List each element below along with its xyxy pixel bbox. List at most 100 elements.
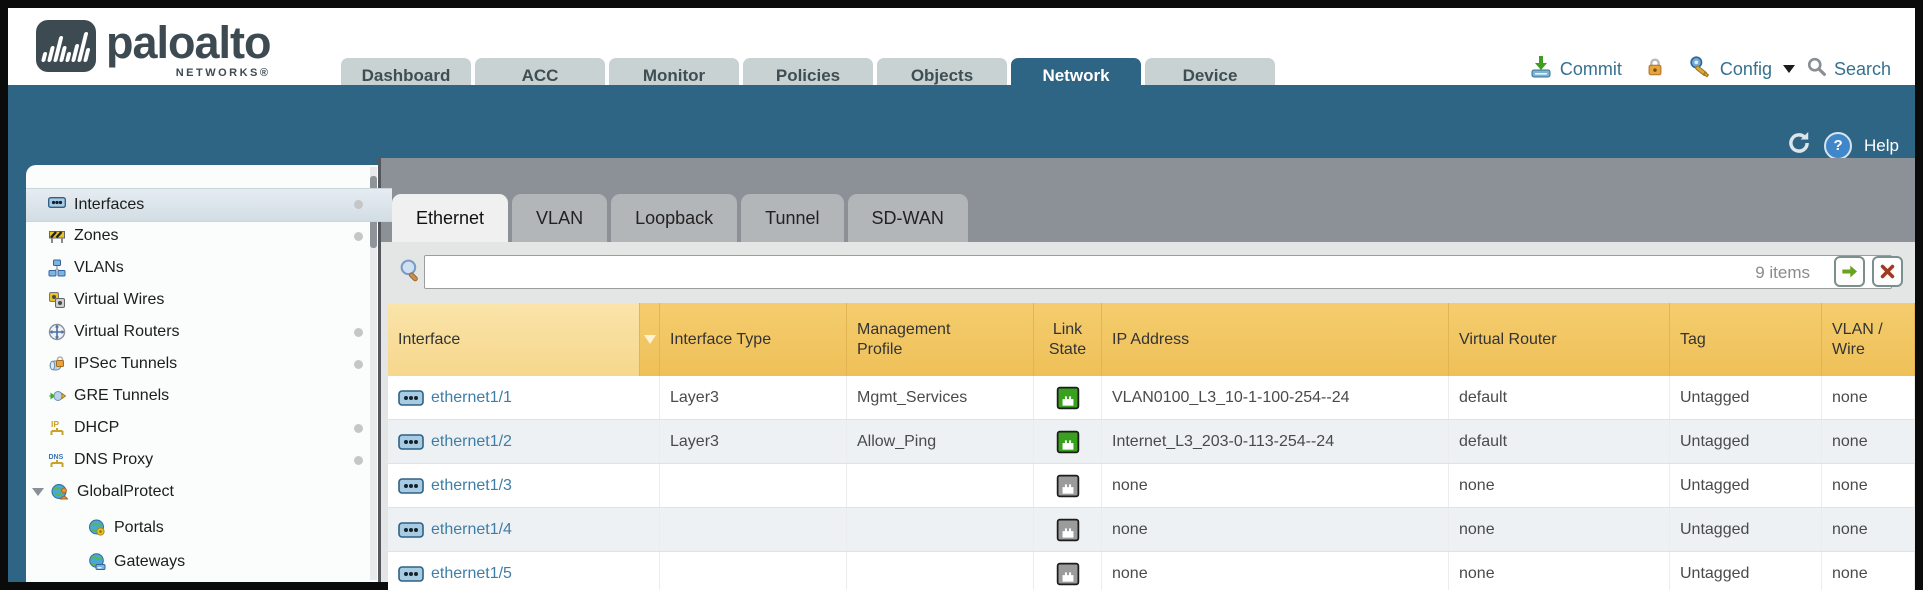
sidebar-item-label: Interfaces [74,196,144,214]
zones-icon [48,227,66,245]
link-state-icon [1034,420,1102,463]
gateways-icon [88,553,106,571]
vlan-cell: none [1822,420,1915,463]
table-header-row: Interface Interface Type Management Prof… [388,303,1915,376]
brand-name: paloalto [106,20,271,65]
column-tag[interactable]: Tag [1670,303,1822,376]
tag-cell: Untagged [1670,420,1822,463]
interface-link[interactable]: ethernet1/2 [388,420,660,463]
header-actions: Commit Config Search [1529,54,1891,84]
column-ip-address[interactable]: IP Address [1102,303,1449,376]
column-virtual-router[interactable]: Virtual Router [1449,303,1670,376]
utility-bar: ? Help [1786,130,1899,161]
clear-filter-button[interactable] [1872,256,1903,287]
ethernet-interface-icon [398,390,424,406]
sidebar-item-vlans[interactable]: VLANs [26,252,392,284]
config-icon[interactable] [1688,54,1713,84]
column-interface-type[interactable]: Interface Type [660,303,847,376]
portals-icon [88,519,106,537]
virtual-router-cell: default [1449,376,1670,419]
interface-link[interactable]: ethernet1/1 [388,376,660,419]
sidebar-item-zones[interactable]: Zones [26,220,392,252]
commit-button[interactable]: Commit [1560,59,1622,80]
sidebar-item-label: DNS Proxy [74,451,153,469]
interface-type-cell: Layer3 [660,420,847,463]
sidebar-item-label: IPSec Tunnels [74,355,177,373]
item-indicator-dot [354,456,363,465]
sidebar-item-label: DHCP [74,419,119,437]
subtab-vlan[interactable]: VLAN [512,194,607,242]
vlan-cell: none [1822,552,1915,590]
tag-cell: Untagged [1670,376,1822,419]
virtual-routers-icon [48,323,66,341]
subtab-sdwan[interactable]: SD-WAN [848,194,968,242]
help-label[interactable]: Help [1864,136,1899,156]
refresh-icon[interactable] [1786,130,1812,161]
table-row: ethernet1/4 none none Untagged none [388,508,1915,552]
sidebar-item-dns-proxy[interactable]: DNS DNS Proxy [26,444,392,476]
link-state-icon [1034,376,1102,419]
item-indicator-dot [354,424,363,433]
vlan-cell: none [1822,376,1915,419]
subtab-loopback[interactable]: Loopback [611,194,737,242]
dns-proxy-icon: DNS [48,451,66,469]
sidebar-item-portals[interactable]: Portals [26,512,432,544]
ip-address-cell: Internet_L3_203-0-113-254--24 [1102,420,1449,463]
mgmt-profile-cell: Mgmt_Services [847,376,1034,419]
ethernet-interface-icon [398,478,424,494]
sidebar-item-label: GlobalProtect [77,483,174,501]
sidebar-item-label: Gateways [114,553,185,571]
sidebar-item-ipsec-tunnels[interactable]: IPSec Tunnels [26,348,392,380]
mgmt-profile-cell [847,508,1034,551]
tag-cell: Untagged [1670,552,1822,590]
sort-indicator[interactable] [640,303,660,376]
commit-icon[interactable] [1529,55,1553,84]
expand-arrow-icon[interactable] [32,488,44,496]
vlans-icon [48,259,66,277]
virtual-router-cell: none [1449,464,1670,507]
column-management-profile[interactable]: Management Profile [847,303,1034,376]
filter-input[interactable] [424,255,1892,289]
search-button[interactable]: Search [1834,59,1891,80]
sidebar-item-interfaces[interactable]: Interfaces [26,188,392,222]
column-interface[interactable]: Interface [388,303,640,376]
link-state-icon [1034,508,1102,551]
tag-cell: Untagged [1670,464,1822,507]
app-window: paloalto NETWORKS® Dashboard ACC Monitor… [0,0,1923,590]
lock-icon[interactable] [1644,56,1666,83]
ethernet-interface-icon [398,434,424,450]
item-indicator-dot [354,360,363,369]
sidebar-item-virtual-wires[interactable]: Virtual Wires [26,284,392,316]
sidebar-item-gateways[interactable]: Gateways [26,546,432,578]
svg-text:IP: IP [51,419,59,429]
globalprotect-icon [51,483,69,501]
help-icon[interactable]: ? [1824,132,1852,160]
sidebar-item-dhcp[interactable]: IP DHCP [26,412,392,444]
item-indicator-dot [354,232,363,241]
interface-type-cell [660,464,847,507]
items-count: 9 items [1690,263,1810,283]
link-state-icon [1034,552,1102,590]
network-subtabs: Ethernet VLAN Loopback Tunnel SD-WAN [392,194,968,242]
sidebar-item-gre-tunnels[interactable]: GRE Tunnels [26,380,392,412]
item-indicator-dot [354,328,363,337]
interfaces-table: Interface Interface Type Management Prof… [388,303,1915,590]
sidebar-item-globalprotect[interactable]: GlobalProtect [26,476,376,508]
paloalto-logo: paloalto NETWORKS® [36,20,271,79]
virtual-router-cell: default [1449,420,1670,463]
vlan-cell: none [1822,464,1915,507]
sidebar-item-virtual-routers[interactable]: Virtual Routers [26,316,392,348]
sidebar-item-label: Virtual Routers [74,323,180,341]
subtab-tunnel[interactable]: Tunnel [741,194,843,242]
column-vlan-virtual-wire[interactable]: VLAN / Wire [1822,303,1915,376]
chevron-down-icon[interactable] [1783,65,1795,73]
search-icon[interactable] [1806,56,1827,82]
interface-link[interactable]: ethernet1/3 [388,464,660,507]
column-link-state[interactable]: Link State [1034,303,1102,376]
table-row: ethernet1/2 Layer3 Allow_Ping Internet_L… [388,420,1915,464]
apply-filter-button[interactable] [1834,256,1865,287]
config-menu[interactable]: Config [1720,59,1772,80]
subtab-ethernet[interactable]: Ethernet [392,194,508,242]
svg-text:DNS: DNS [49,454,64,461]
interface-type-cell [660,552,847,590]
